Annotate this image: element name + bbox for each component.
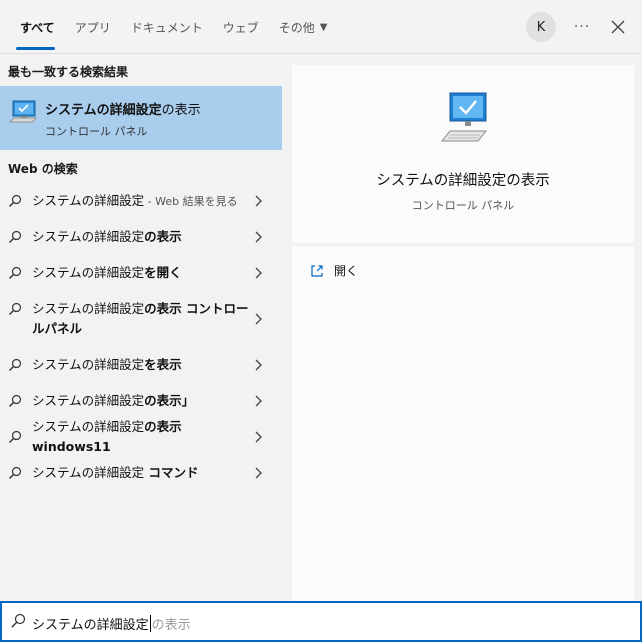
typed-text: システムの詳細設定 (32, 393, 145, 408)
web-search-list: システムの詳細設定 - Web 結果を見る システムの詳細設定の表示 システムの… (0, 183, 282, 491)
search-icon (9, 466, 22, 479)
web-result-text: システムの詳細設定の表示 windows11 (32, 417, 252, 457)
search-icon (9, 266, 22, 279)
typed-text: システムの詳細設定 (32, 265, 145, 280)
web-result-text: システムの詳細設定を開く (32, 263, 252, 283)
chevron-right-icon (255, 231, 262, 243)
chevron-right-icon (255, 359, 262, 371)
chevron-right-icon (255, 267, 262, 279)
web-result-text: システムの詳細設定 - Web 結果を見る (32, 191, 252, 212)
best-match-header: 最も一致する検索結果 (8, 65, 129, 79)
search-box[interactable]: システムの詳細設定 の表示 (0, 601, 642, 642)
title-bold: システムの詳細設定 (45, 103, 162, 118)
preview-actions: 開く (292, 246, 634, 601)
web-hint: - Web 結果を見る (144, 194, 238, 208)
search-icon (11, 613, 26, 628)
preview-subtitle: コントロール パネル (411, 199, 515, 212)
tab-documents[interactable]: ドキュメント (121, 0, 213, 54)
tab-label: アプリ (74, 20, 111, 35)
filter-tabs: すべて アプリ ドキュメント ウェブ その他 ▼ (0, 0, 337, 54)
typed-text: システムの詳細設定 (32, 192, 145, 208)
best-match-title: システムの詳細設定の表示 (45, 99, 201, 118)
results-pane: 最も一致する検索結果 システムの詳細設定の表示 コントロール パネル Web の… (0, 55, 282, 601)
web-search-header: Web の検索 (8, 162, 78, 176)
account-avatar[interactable]: K (526, 12, 556, 42)
monitor-check-icon (9, 100, 37, 123)
close-icon (611, 20, 625, 34)
best-match-item[interactable]: システムの詳細設定の表示 コントロール パネル (0, 86, 282, 150)
avatar-initial: K (536, 19, 546, 35)
search-icon (9, 302, 22, 315)
tab-apps[interactable]: アプリ (65, 0, 121, 54)
tab-more[interactable]: その他 ▼ (269, 0, 338, 54)
top-bar: すべて アプリ ドキュメント ウェブ その他 ▼ K ··· (0, 0, 642, 54)
search-query: システムの詳細設定 (32, 618, 149, 633)
search-icon (9, 194, 22, 207)
search-icon (9, 358, 22, 371)
tab-label: ウェブ (222, 20, 259, 35)
web-result-text: システムの詳細設定の表示 コントロールパネル (32, 299, 252, 339)
web-result-text: システムの詳細設定を表示 (32, 355, 252, 375)
web-result-text: システムの詳細設定の表示」 (32, 391, 252, 411)
chevron-right-icon (255, 467, 262, 479)
close-button[interactable] (604, 14, 632, 40)
search-input[interactable]: システムの詳細設定 の表示 (32, 614, 191, 633)
web-result-item[interactable]: システムの詳細設定 コマンド (0, 455, 282, 491)
title-rest: の表示 (161, 103, 201, 118)
open-action[interactable]: 開く (310, 262, 358, 279)
suggestion-text: コマンド (144, 465, 199, 480)
suggestion-text: を開く (144, 265, 182, 280)
best-match-subtitle: コントロール パネル (45, 125, 148, 138)
preview-card: システムの詳細設定の表示 コントロール パネル (292, 65, 634, 243)
web-result-text: システムの詳細設定の表示 (32, 227, 252, 247)
search-icon (9, 430, 22, 443)
chevron-right-icon (255, 431, 262, 443)
web-result-item[interactable]: システムの詳細設定を開く (0, 255, 282, 291)
typed-text: システムの詳細設定 (32, 301, 145, 316)
search-icon (9, 230, 22, 243)
more-options-button[interactable]: ··· (568, 14, 596, 40)
web-result-item[interactable]: システムの詳細設定の表示 (0, 219, 282, 255)
web-result-item[interactable]: システムの詳細設定の表示 windows11 (0, 419, 282, 455)
web-result-item[interactable]: システムの詳細設定の表示 コントロールパネル (0, 291, 282, 347)
preview-title: システムの詳細設定の表示 (376, 173, 550, 189)
web-result-item[interactable]: システムの詳細設定の表示」 (0, 383, 282, 419)
tab-all[interactable]: すべて (0, 0, 65, 54)
tab-label: すべて (20, 20, 55, 35)
typed-text: システムの詳細設定 (32, 419, 145, 434)
typed-text: システムの詳細設定 (32, 229, 145, 244)
search-icon (9, 394, 22, 407)
tab-label: ドキュメント (130, 20, 203, 35)
web-result-text: システムの詳細設定 コマンド (32, 463, 252, 483)
chevron-right-icon (255, 313, 262, 325)
open-action-label: 開く (334, 264, 359, 278)
search-autocomplete: の表示 (151, 618, 191, 633)
web-result-item[interactable]: システムの詳細設定 - Web 結果を見る (0, 183, 282, 219)
typed-text: システムの詳細設定 (32, 465, 145, 480)
typed-text: システムの詳細設定 (32, 357, 145, 372)
tab-label: その他 (278, 20, 315, 35)
chevron-right-icon (255, 395, 262, 407)
open-icon (311, 264, 323, 277)
monitor-check-icon (440, 92, 488, 142)
suggestion-text: の表示」 (144, 393, 195, 408)
text-cursor (149, 615, 151, 632)
chevron-right-icon (255, 195, 262, 207)
suggestion-text: を表示 (144, 357, 182, 372)
suggestion-text: の表示 (144, 229, 182, 244)
tab-web[interactable]: ウェブ (213, 0, 269, 54)
web-result-item[interactable]: システムの詳細設定を表示 (0, 347, 282, 383)
more-icon: ··· (573, 19, 591, 35)
caret-down-icon: ▼ (319, 21, 328, 33)
